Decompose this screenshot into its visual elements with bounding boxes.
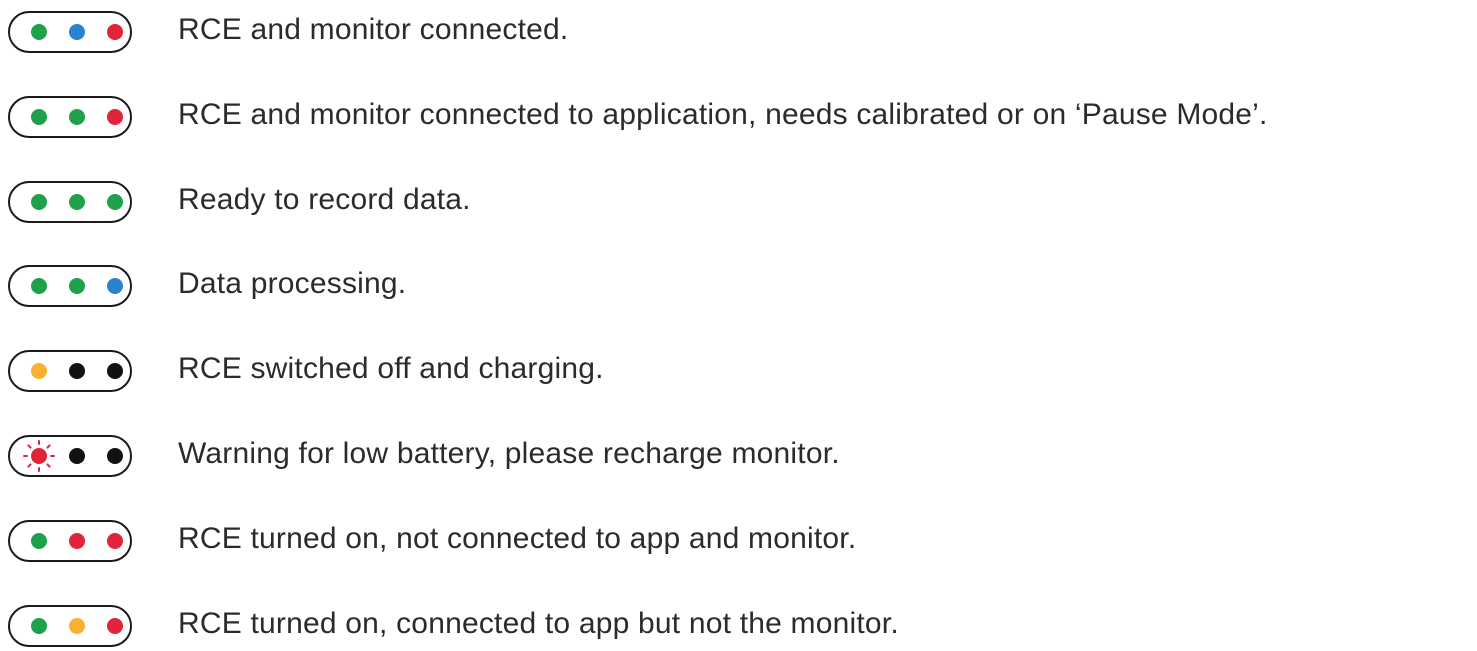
led-dot: [69, 108, 85, 125]
blink-ray: [46, 443, 52, 449]
led-dot: [69, 278, 85, 295]
status-label: RCE and monitor connected to application…: [178, 97, 1268, 131]
led-dot: [31, 278, 47, 295]
led-indicator: [8, 265, 132, 308]
led-dot: [31, 24, 47, 40]
led-dot: [69, 448, 85, 464]
led-dot: [69, 532, 85, 549]
blink-ray: [46, 463, 52, 469]
legend-row: [8, 9, 132, 55]
led-dot: [69, 193, 85, 210]
status-label: Ready to record data.: [178, 182, 471, 216]
led-dot: [31, 617, 47, 634]
blink-ray: [38, 440, 40, 445]
led-indicator: [8, 11, 132, 53]
status-label: RCE and monitor connected.: [178, 13, 569, 46]
legend-row: [8, 179, 132, 225]
led-dot: [107, 617, 123, 634]
led-indicator: [8, 95, 132, 138]
blinking-led-icon: [23, 440, 55, 472]
blink-ray: [26, 443, 32, 449]
blink-ray: [38, 467, 40, 472]
led-dot: [107, 193, 123, 210]
led-dot: [31, 532, 47, 549]
status-label: RCE switched off and charging.: [178, 352, 604, 386]
led-dot: [107, 108, 123, 125]
led-indicator: [8, 435, 132, 477]
legend-row: [8, 263, 132, 309]
led-dot: [107, 532, 123, 549]
blink-ray: [23, 455, 28, 457]
led-dot: [107, 448, 123, 464]
led-dot: [69, 617, 85, 634]
blink-ray: [50, 455, 55, 457]
led-indicator: [8, 350, 132, 393]
legend-row: [8, 433, 132, 479]
led-indicator: [8, 180, 132, 223]
led-dot: [31, 363, 47, 380]
legend-row: [8, 348, 132, 394]
legend-row: [8, 603, 132, 649]
led-indicator: [8, 519, 132, 562]
led-dot: [107, 24, 123, 40]
status-label: RCE turned on, connected to app but not …: [178, 606, 899, 640]
led-dot: [107, 363, 123, 380]
status-label: Warning for low battery, please recharge…: [178, 437, 840, 470]
led-indicator: [8, 604, 132, 647]
led-status-legend: RCE and monitor connected. RCE and monit…: [0, 0, 1477, 651]
led-dot: [31, 108, 47, 125]
led-dot: [107, 278, 123, 295]
led-dot: [69, 24, 85, 40]
blink-ray: [26, 463, 32, 469]
status-label: Data processing.: [178, 267, 407, 301]
led-dot: [31, 193, 47, 210]
legend-row: [8, 94, 132, 140]
legend-row: [8, 518, 132, 564]
status-label: RCE turned on, not connected to app and …: [178, 521, 857, 555]
led-dot: [69, 363, 85, 380]
